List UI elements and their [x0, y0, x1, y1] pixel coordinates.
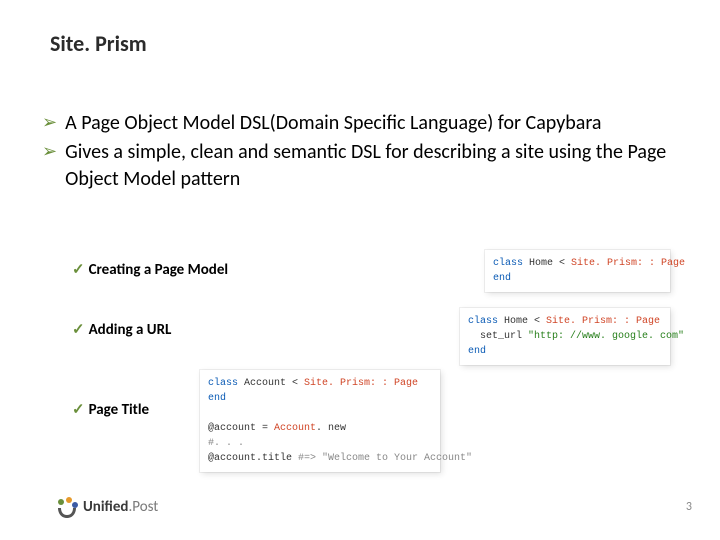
subpoint-label: Page Title — [89, 401, 150, 419]
footer-brand: Unified.Post — [55, 496, 158, 518]
slide: Site. Prism ➢ A Page Object Model DSL(Do… — [0, 0, 720, 540]
page-number: 3 — [686, 500, 692, 514]
code-snippet-creating: class Home < Site. Prism: : Page end — [485, 250, 670, 292]
brand-bold: Unified — [83, 498, 128, 516]
subpoint-creating: ✓Creating a Page Model — [72, 260, 228, 279]
brand-text: Unified.Post — [83, 498, 158, 516]
subpoint-label: Creating a Page Model — [89, 261, 229, 279]
main-bullet-list: ➢ A Page Object Model DSL(Domain Specifi… — [42, 110, 680, 195]
subpoint-adding-url: ✓Adding a URL — [72, 320, 171, 339]
slide-title: Site. Prism — [50, 30, 147, 57]
bullet-text: A Page Object Model DSL(Domain Specific … — [65, 110, 680, 137]
unifiedpost-logo-icon — [55, 496, 79, 518]
list-item: ➢ Gives a simple, clean and semantic DSL… — [42, 139, 680, 193]
code-snippet-page-title: class Account < Site. Prism: : Page end … — [200, 370, 440, 472]
arrow-icon: ➢ — [42, 110, 57, 134]
code-snippet-adding-url: class Home < Site. Prism: : Page set_url… — [460, 308, 670, 365]
bullet-text: Gives a simple, clean and semantic DSL f… — [65, 139, 680, 193]
subpoint-label: Adding a URL — [89, 321, 172, 339]
brand-light: .Post — [128, 498, 158, 516]
arrow-icon: ➢ — [42, 139, 57, 163]
check-icon: ✓ — [72, 401, 85, 419]
check-icon: ✓ — [72, 261, 85, 279]
subpoint-page-title: ✓Page Title — [72, 400, 149, 419]
list-item: ➢ A Page Object Model DSL(Domain Specifi… — [42, 110, 680, 137]
check-icon: ✓ — [72, 321, 85, 339]
